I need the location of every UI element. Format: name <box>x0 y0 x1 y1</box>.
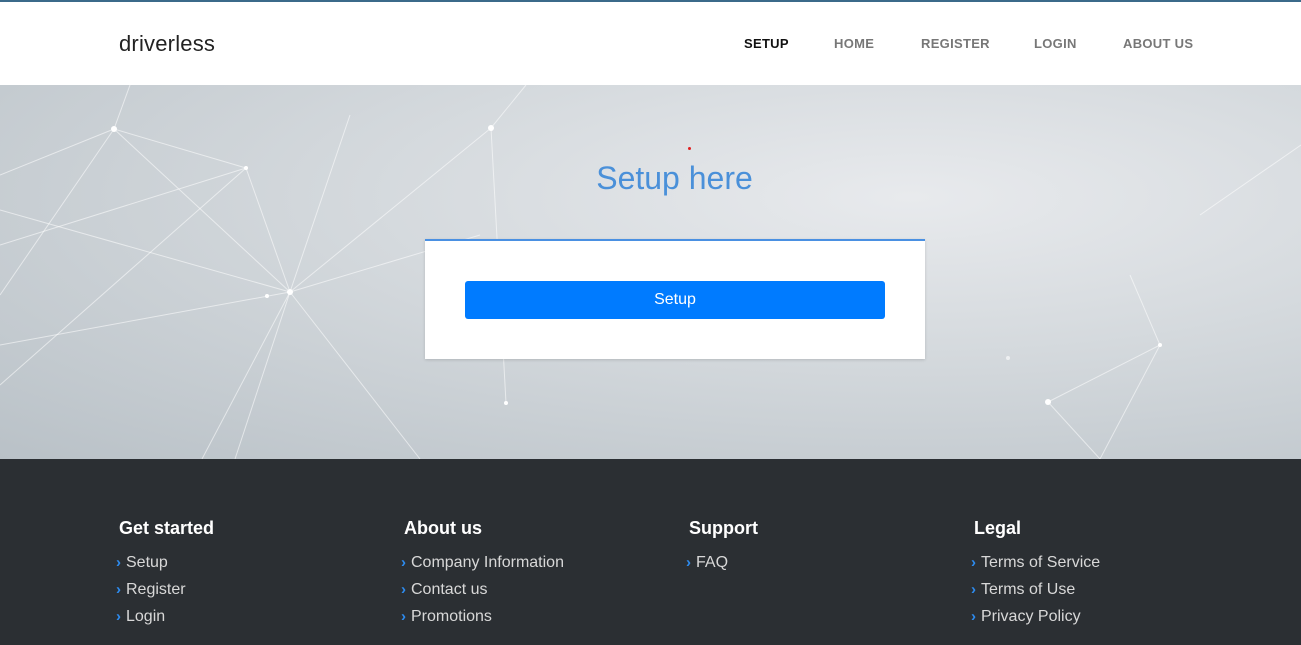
nav-about-us[interactable]: ABOUT US <box>1123 36 1193 51</box>
footer-link-login[interactable]: › Login <box>116 606 214 633</box>
chevron-right-icon: › <box>116 581 121 598</box>
chevron-right-icon: › <box>401 554 406 571</box>
nav-setup[interactable]: SETUP <box>744 36 789 51</box>
footer-link-promotions[interactable]: › Promotions <box>401 606 564 633</box>
footer-link-contact-us[interactable]: › Contact us <box>401 579 564 606</box>
footer-heading: About us <box>404 518 482 538</box>
footer-link-terms-of-use[interactable]: › Terms of Use <box>971 579 1100 606</box>
footer-link-privacy-policy[interactable]: › Privacy Policy <box>971 606 1100 633</box>
footer-link-setup[interactable]: › Setup <box>116 552 214 579</box>
chevron-right-icon: › <box>401 608 406 625</box>
footer-heading: Legal <box>974 518 1022 538</box>
chevron-right-icon: › <box>971 581 976 598</box>
footer-link-company-information[interactable]: › Company Information <box>401 552 564 579</box>
footer-column-about-us: About us › Company Information › Contact u… <box>401 518 564 633</box>
site-header: driverless SETUP HOME REGISTER LOGIN ABO… <box>0 0 1301 85</box>
hero-section: Setup here Setup <box>0 85 1301 459</box>
footer-heading: Support <box>689 518 758 538</box>
chevron-right-icon: › <box>971 608 976 625</box>
chevron-right-icon: › <box>971 554 976 571</box>
footer-column-support: Support › FAQ <box>686 518 758 579</box>
red-dot-marker <box>688 147 691 150</box>
footer-heading: Get started <box>119 518 215 538</box>
footer-link-register[interactable]: › Register <box>116 579 214 606</box>
nav-home[interactable]: HOME <box>834 36 874 51</box>
footer-column-get-started: Get started › Setup › Register › Login <box>116 518 215 633</box>
chevron-right-icon: › <box>116 608 121 625</box>
nav-register[interactable]: REGISTER <box>921 36 990 51</box>
footer-link-faq[interactable]: › FAQ <box>686 552 758 579</box>
chevron-right-icon: › <box>116 554 121 571</box>
setup-card: Setup <box>425 239 925 359</box>
nav-login[interactable]: LOGIN <box>1034 36 1077 51</box>
chevron-right-icon: › <box>686 554 691 571</box>
footer-link-terms-of-service[interactable]: › Terms of Service <box>971 552 1100 579</box>
setup-button[interactable]: Setup <box>465 281 885 319</box>
main-nav: SETUP HOME REGISTER LOGIN ABOUT US <box>0 36 1301 56</box>
footer-column-legal: Legal › Terms of Service › Terms of Use › P… <box>971 518 1100 633</box>
chevron-right-icon: › <box>401 581 406 598</box>
page-title: Setup here <box>596 160 753 196</box>
site-footer: Get started › Setup › Register › Login Abou… <box>0 459 1301 645</box>
